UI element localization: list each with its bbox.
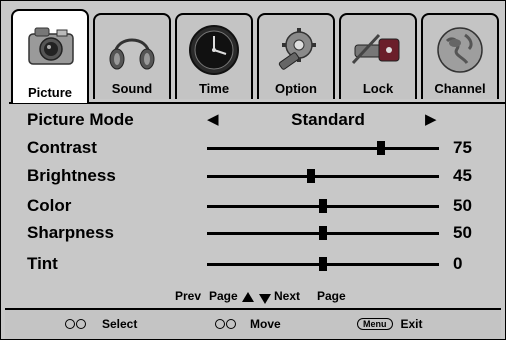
osd-menu: Picture Sound Time Option Lock Channel P… (0, 0, 506, 340)
page-up-icon[interactable] (242, 290, 254, 306)
tab-lock[interactable]: Lock (339, 13, 417, 99)
left-arrow-key-icon (65, 319, 75, 329)
slider-thumb[interactable] (307, 169, 316, 183)
prev-page-button[interactable]: Page (209, 288, 238, 304)
setting-value: 50 (453, 196, 472, 215)
picture-mode-row[interactable]: Picture Mode ◀ Standard ▶ (1, 107, 506, 135)
slider-thumb[interactable] (319, 199, 327, 213)
move-hint: Move (215, 317, 281, 331)
contrast-row[interactable]: Contrast 75 (1, 135, 506, 163)
setting-value: 50 (453, 223, 472, 242)
setting-label: Color (27, 196, 72, 215)
right-arrow-key-icon (76, 319, 86, 329)
move-label: Move (250, 317, 281, 331)
color-row[interactable]: Color 50 (1, 193, 506, 221)
setting-label: Tint (27, 254, 58, 273)
tab-label: Option (275, 81, 317, 96)
select-hint: Select (65, 317, 137, 331)
tab-channel[interactable]: Channel (421, 13, 499, 99)
tab-label: Picture (27, 85, 73, 100)
page-down-icon[interactable] (259, 292, 271, 308)
picture-mode-value: Standard (291, 110, 365, 129)
tab-label: Sound (111, 81, 153, 96)
setting-value: 75 (453, 138, 472, 157)
setting-value: 0 (453, 254, 463, 273)
picture-mode-label: Picture Mode (27, 110, 134, 129)
setting-label: Contrast (27, 138, 97, 157)
next-page-label: Page (317, 289, 346, 303)
slider-thumb[interactable] (319, 226, 327, 240)
next-page-button[interactable]: Page (317, 288, 346, 304)
prev-label: Prev (175, 289, 202, 303)
setting-value: 45 (453, 166, 472, 185)
tint-row[interactable]: Tint 0 (1, 251, 506, 279)
down-arrow-key-icon (226, 319, 236, 329)
lock-icon (347, 21, 409, 79)
next-label: Next (274, 289, 301, 303)
brightness-row[interactable]: Brightness 45 (1, 163, 506, 191)
tab-sound[interactable]: Sound (93, 13, 171, 99)
tab-strip: Picture Sound Time Option Lock Channel (5, 5, 506, 104)
headphones-icon (101, 21, 163, 79)
exit-hint: Menu Exit (357, 317, 423, 331)
tab-label: Lock (362, 81, 394, 96)
sharpness-row[interactable]: Sharpness 50 (1, 220, 506, 248)
up-arrow-key-icon (215, 319, 225, 329)
camera-icon (19, 17, 81, 75)
select-label: Select (102, 317, 138, 331)
menu-key-icon: Menu (357, 318, 393, 330)
setting-label: Sharpness (27, 223, 114, 242)
tab-time[interactable]: Time (175, 13, 253, 99)
prev-page-label: Page (209, 289, 238, 303)
clock-icon (183, 21, 245, 79)
globe-icon (429, 21, 491, 79)
arrow-right-icon[interactable]: ▶ (425, 110, 437, 130)
setting-label: Brightness (27, 166, 116, 185)
page-navigation: Prev Page Next Page (1, 288, 506, 308)
slider-thumb[interactable] (377, 141, 385, 155)
slider-thumb[interactable] (319, 257, 327, 271)
tab-label: Channel (434, 81, 486, 96)
gear-icon (265, 21, 327, 79)
arrow-left-icon[interactable]: ◀ (207, 110, 219, 130)
footer-hints: Select Move Menu Exit (5, 308, 501, 339)
tab-option[interactable]: Option (257, 13, 335, 99)
tab-label: Time (198, 81, 230, 96)
slider-track[interactable] (207, 147, 439, 150)
tab-picture[interactable]: Picture (11, 9, 89, 103)
slider-track[interactable] (207, 175, 439, 178)
exit-label: Exit (400, 317, 423, 331)
